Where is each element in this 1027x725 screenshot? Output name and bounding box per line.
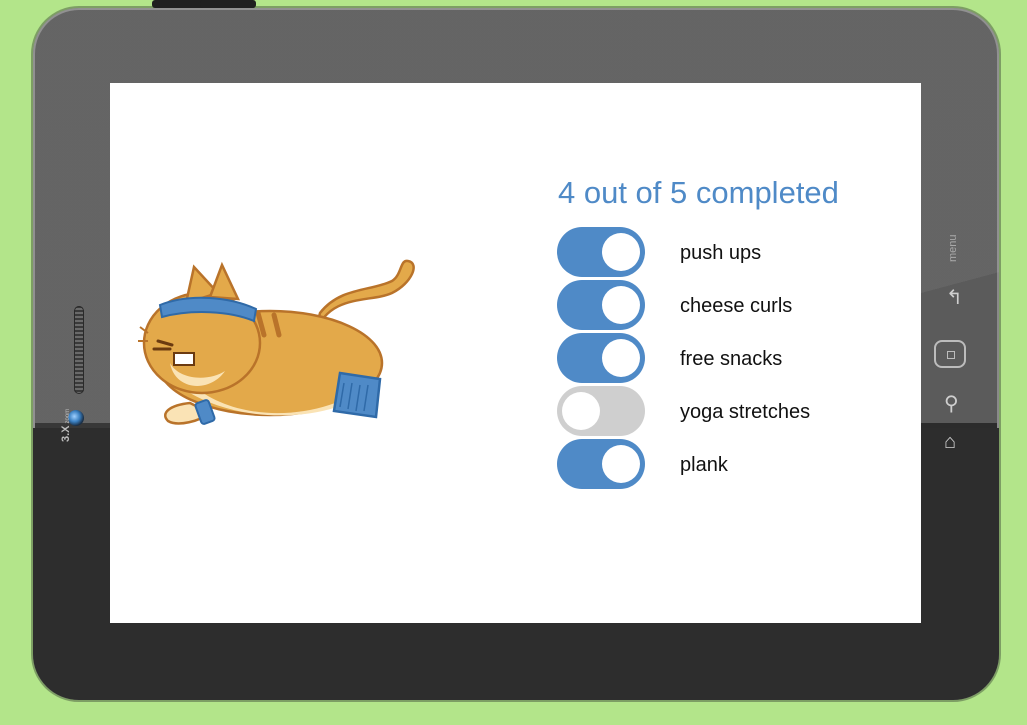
task-label: plank bbox=[680, 454, 728, 476]
task-item: plank bbox=[557, 439, 897, 492]
progress-heading: 4 out of 5 completed bbox=[558, 175, 839, 210]
task-item: free snacks bbox=[557, 333, 897, 386]
leg-warmer bbox=[332, 371, 382, 419]
toggle-switch[interactable] bbox=[557, 439, 645, 489]
task-label: yoga stretches bbox=[680, 401, 811, 423]
speaker-grille bbox=[74, 306, 84, 394]
toggle-switch[interactable] bbox=[557, 280, 645, 330]
tablet-top-button bbox=[200, 0, 256, 8]
menu-label: menu bbox=[947, 234, 959, 262]
toggle-switch[interactable] bbox=[557, 333, 645, 383]
toggle-knob bbox=[602, 339, 640, 377]
exercising-cat-illustration bbox=[138, 259, 415, 425]
toggle-knob bbox=[602, 445, 640, 483]
home-button[interactable] bbox=[934, 340, 966, 368]
task-item: cheese curls bbox=[557, 280, 897, 333]
cat-teeth bbox=[173, 352, 195, 366]
app-screen: 4 out of 5 completed push ups cheese cur… bbox=[110, 83, 921, 623]
task-label: push ups bbox=[680, 242, 762, 264]
cat-ear bbox=[208, 261, 241, 301]
toggle-switch[interactable] bbox=[557, 227, 645, 277]
toggle-switch[interactable] bbox=[557, 386, 645, 436]
zoom-label: 3.Xzoom bbox=[60, 408, 72, 442]
task-label: free snacks bbox=[680, 348, 783, 370]
task-item: yoga stretches bbox=[557, 386, 897, 439]
search-icon[interactable]: ⚲ bbox=[944, 394, 959, 414]
back-icon[interactable]: ↰ bbox=[946, 288, 963, 308]
toggle-knob bbox=[602, 286, 640, 324]
home-icon[interactable]: ⌂ bbox=[944, 432, 956, 452]
task-label: cheese curls bbox=[680, 295, 793, 317]
task-item: push ups bbox=[557, 227, 897, 280]
task-list: push ups cheese curls free snacks yoga s… bbox=[557, 227, 897, 492]
toggle-knob bbox=[602, 233, 640, 271]
toggle-knob bbox=[562, 392, 600, 430]
